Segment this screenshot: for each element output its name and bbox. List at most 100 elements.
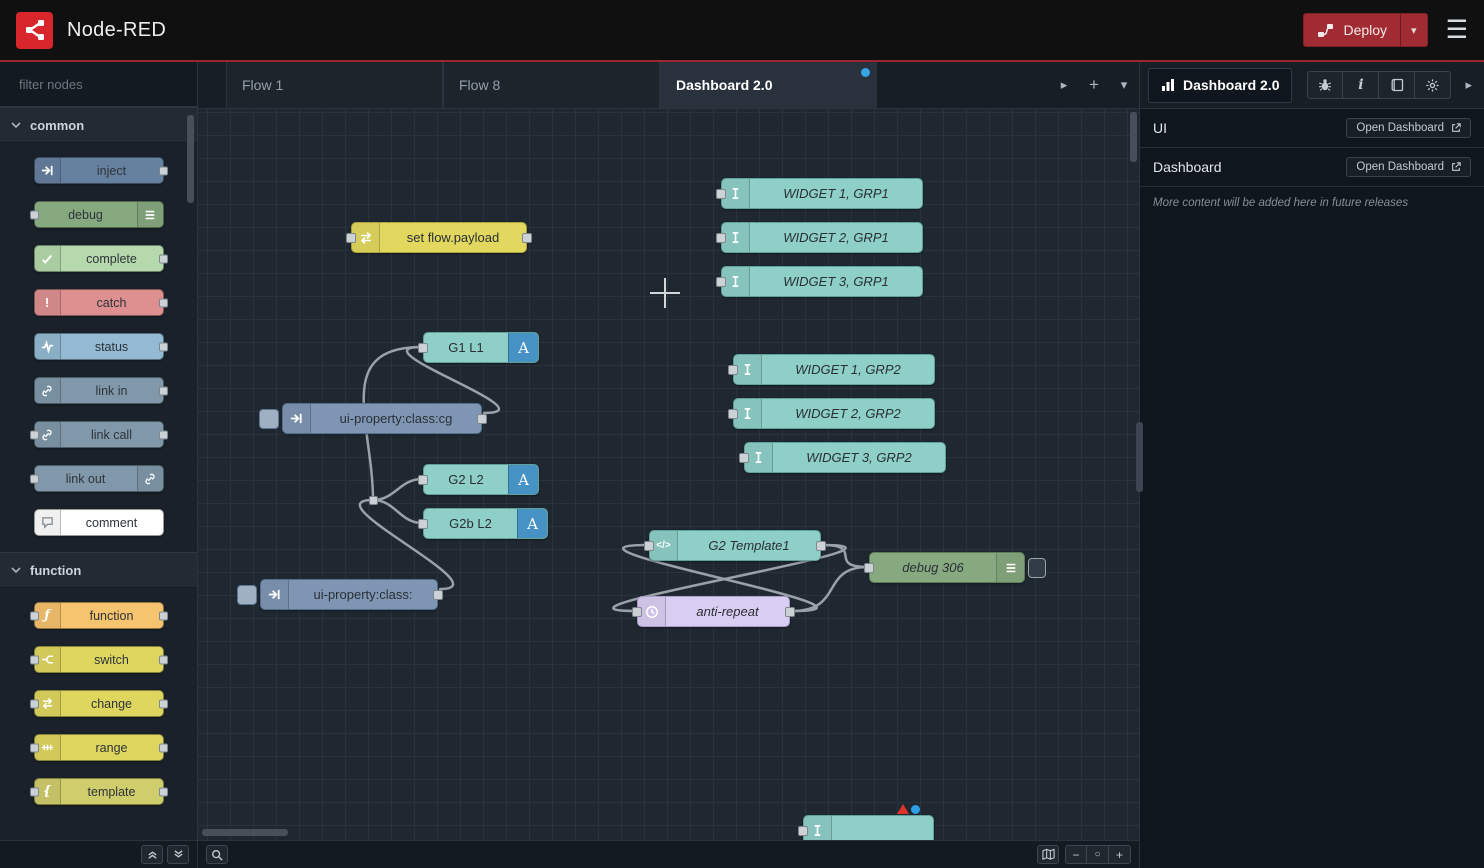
palette-node-comment[interactable]: comment: [34, 509, 164, 536]
node-input-port: [30, 655, 39, 664]
inject-arrow-icon: [261, 580, 289, 609]
sidebar-tab-dashboard-2-0[interactable]: Dashboard 2.0: [1148, 68, 1292, 103]
node-input-port[interactable]: [716, 233, 726, 243]
node-input-port[interactable]: [644, 541, 654, 551]
flow-node-debug-306[interactable]: debug 306: [869, 552, 1046, 583]
collapse-categories-button[interactable]: [141, 845, 163, 864]
info-sidebar-button[interactable]: i: [1343, 71, 1379, 99]
palette-node-link-out[interactable]: link out: [34, 465, 164, 492]
palette-node-link-in[interactable]: link in: [34, 377, 164, 404]
node-input-port[interactable]: [418, 475, 428, 485]
node-output-port[interactable]: [477, 414, 487, 424]
tab-flow-1[interactable]: Flow 1: [226, 62, 443, 108]
flow-node-ui-property-class-cg[interactable]: ui-property:class:cg: [259, 403, 482, 434]
sidebar-resize-grip[interactable]: [1136, 422, 1143, 492]
debug-list-icon: [996, 553, 1024, 582]
wire[interactable]: [373, 500, 422, 523]
wires-layer: [198, 109, 1139, 840]
flow-node-widget-3-grp1[interactable]: WIDGET 3, GRP1: [721, 266, 923, 297]
palette-node-template[interactable]: { template: [34, 778, 164, 805]
node-input-port[interactable]: [728, 409, 738, 419]
palette-node-status[interactable]: status: [34, 333, 164, 360]
flow-node-widget-2-grp2[interactable]: WIDGET 2, GRP2: [733, 398, 935, 429]
palette-scrollbar-thumb[interactable]: [187, 115, 194, 203]
node-input-port[interactable]: [418, 519, 428, 529]
sidebar-collapse-button[interactable]: ▸: [1461, 73, 1476, 97]
node-input-port[interactable]: [716, 277, 726, 287]
wire-junction[interactable]: [369, 496, 378, 505]
help-sidebar-button[interactable]: [1379, 71, 1415, 99]
palette-node-complete[interactable]: complete: [34, 245, 164, 272]
node-output-port[interactable]: [816, 541, 826, 551]
gear-icon: [1425, 78, 1440, 93]
flow-node-partial-bottom[interactable]: [803, 815, 934, 840]
add-flow-button[interactable]: +: [1079, 62, 1109, 108]
palette-node-switch[interactable]: switch: [34, 646, 164, 673]
zoom-out-button[interactable]: −: [1065, 845, 1087, 864]
palette-node-catch[interactable]: ! catch: [34, 289, 164, 316]
flow-list-button[interactable]: ▾: [1109, 62, 1139, 108]
node-input-port[interactable]: [739, 453, 749, 463]
palette: common inject debug: [0, 62, 198, 868]
inject-button[interactable]: [237, 585, 257, 605]
search-flows-button[interactable]: [206, 845, 228, 864]
node-input-port[interactable]: [418, 343, 428, 353]
flow-tabbar: Flow 1 Flow 8 Dashboard 2.0 ▸ + ▾: [198, 62, 1139, 109]
flow-node-g2b-l2[interactable]: G2b L2 A: [423, 508, 548, 539]
flow-node-g2-l2[interactable]: G2 L2 A: [423, 464, 539, 495]
palette-node-debug[interactable]: debug: [34, 201, 164, 228]
filter-nodes-input[interactable]: [19, 77, 195, 92]
node-output-port[interactable]: [522, 233, 532, 243]
flow-node-widget-3-grp2[interactable]: WIDGET 3, GRP2: [744, 442, 946, 473]
wire[interactable]: [792, 567, 868, 611]
flow-node-set-flow-payload[interactable]: set flow.payload: [351, 222, 527, 253]
node-output-port[interactable]: [785, 607, 795, 617]
node-output-port: [159, 342, 168, 351]
palette-category-common[interactable]: common: [0, 107, 197, 143]
flow-node-g2-template1[interactable]: </> G2 Template1: [649, 530, 821, 561]
palette-node-change[interactable]: change: [34, 690, 164, 717]
flow-node-g1-l1[interactable]: G1 L1 A: [423, 332, 539, 363]
node-input-port[interactable]: [728, 365, 738, 375]
settings-sidebar-button[interactable]: [1415, 71, 1451, 99]
zoom-in-button[interactable]: +: [1109, 845, 1131, 864]
flow-node-widget-2-grp1[interactable]: WIDGET 2, GRP1: [721, 222, 923, 253]
vertical-scrollbar-thumb[interactable]: [1130, 112, 1137, 162]
debug-toggle-button[interactable]: [1028, 558, 1046, 578]
palette-node-function[interactable]: ƒ function: [34, 602, 164, 629]
text-widget-icon: [745, 443, 773, 472]
palette-node-inject[interactable]: inject: [34, 157, 164, 184]
expand-categories-button[interactable]: [167, 845, 189, 864]
tab-scroll-button[interactable]: ▸: [1049, 62, 1079, 108]
flow-node-ui-property-class[interactable]: ui-property:class:: [237, 579, 438, 610]
deploy-options-caret[interactable]: ▾: [1400, 14, 1427, 46]
flow-node-widget-1-grp2[interactable]: WIDGET 1, GRP2: [733, 354, 935, 385]
open-dashboard-button[interactable]: Open Dashboard: [1346, 118, 1471, 138]
node-label: ui-property:class:: [289, 580, 437, 609]
node-output-port[interactable]: [433, 590, 443, 600]
node-input-port[interactable]: [716, 189, 726, 199]
deploy-button[interactable]: Deploy ▾: [1303, 13, 1427, 47]
node-input-port[interactable]: [346, 233, 356, 243]
inject-button[interactable]: [259, 409, 279, 429]
palette-node-link-call[interactable]: link call: [34, 421, 164, 448]
navigator-toggle-button[interactable]: [1037, 845, 1059, 864]
palette-search[interactable]: [0, 62, 197, 107]
horizontal-scrollbar-thumb[interactable]: [202, 829, 288, 836]
tab-dashboard-2-0[interactable]: Dashboard 2.0: [660, 62, 877, 108]
node-input-port[interactable]: [798, 826, 808, 836]
debug-sidebar-button[interactable]: [1307, 71, 1343, 99]
node-input-port: [30, 787, 39, 796]
open-dashboard-button[interactable]: Open Dashboard: [1346, 157, 1471, 177]
zoom-reset-button[interactable]: ○: [1087, 845, 1109, 864]
flow-canvas[interactable]: set flow.payload WIDGET 1, GRP1: [198, 109, 1139, 840]
node-input-port[interactable]: [632, 607, 642, 617]
main-menu-button[interactable]: ☰: [1446, 18, 1468, 43]
wire[interactable]: [373, 479, 422, 500]
flow-node-widget-1-grp1[interactable]: WIDGET 1, GRP1: [721, 178, 923, 209]
flow-node-anti-repeat[interactable]: anti-repeat: [637, 596, 790, 627]
palette-node-range[interactable]: range: [34, 734, 164, 761]
node-input-port[interactable]: [864, 563, 874, 573]
tab-flow-8[interactable]: Flow 8: [443, 62, 660, 108]
palette-category-function[interactable]: function: [0, 552, 197, 588]
